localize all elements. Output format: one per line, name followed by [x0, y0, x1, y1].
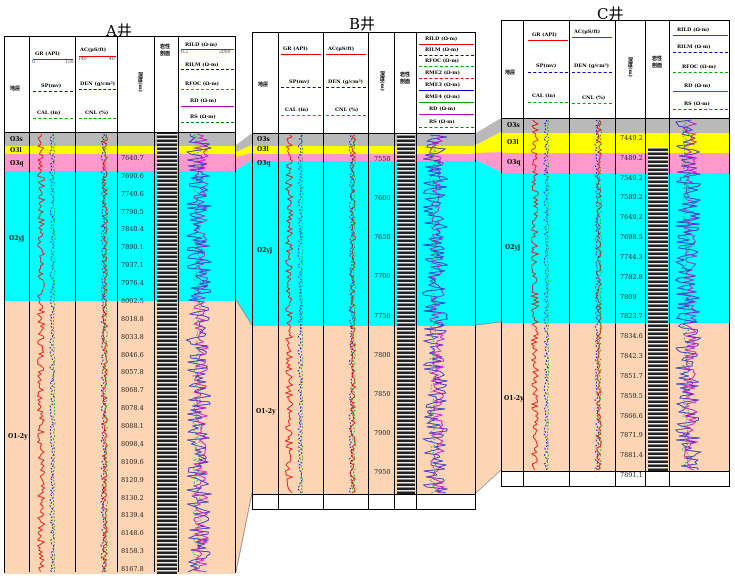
depth-label: 8088.1	[121, 422, 144, 431]
depth-label: 8002.5	[121, 296, 144, 305]
depth-label: 7489.2	[620, 153, 643, 162]
depth-label: 8139.4	[121, 511, 144, 520]
depth-label: 7891.1	[620, 471, 643, 479]
log-curve	[52, 133, 56, 573]
depth-label: 7900	[374, 428, 391, 437]
depth-label: 7589.2	[620, 193, 643, 202]
well-c-lithology	[648, 147, 668, 471]
well-b-panel: 地层 GR (API) SP(mv) CAL (in) AC(μS/ft) DE…	[252, 32, 476, 510]
log-curve	[543, 119, 549, 471]
depth-label: 7881.4	[620, 451, 643, 460]
well-a-lithology	[157, 133, 177, 574]
depth-label: 7823.7	[620, 312, 643, 321]
depth-label: 7866.6	[620, 411, 643, 420]
depth-label: 7859.5	[620, 391, 643, 400]
depth-label: 8109.6	[121, 457, 144, 466]
well-c-curves	[530, 119, 702, 471]
depth-label: 7690.6	[121, 171, 144, 180]
depth-label: 8148.6	[121, 529, 144, 538]
log-curve	[36, 133, 46, 573]
depth-label: 7871.9	[620, 431, 643, 440]
depth-label: 7650	[374, 233, 391, 242]
depth-label: 8130.2	[121, 493, 144, 502]
depth-label: 7782.8	[620, 272, 643, 281]
depth-label: 7744.3	[620, 252, 643, 261]
depth-label: 7851.7	[620, 371, 643, 380]
depth-label: 7750	[374, 311, 391, 320]
depth-label: 7809	[620, 292, 637, 301]
depth-label: 8158.3	[121, 547, 144, 556]
depth-label: 7790.5	[121, 207, 144, 216]
depth-label: 8018.8	[121, 314, 144, 323]
depth-label: 7640.7	[121, 154, 144, 162]
well-a-panel: 地层 GR (API) SP(mv) CAL (in) AC(μS/ft) DE…	[4, 36, 236, 574]
depth-label: 8057.8	[121, 368, 144, 377]
depth-label: 7600	[374, 194, 391, 203]
depth-label: 7698.5	[620, 233, 643, 242]
well-b-curves	[284, 134, 449, 494]
depth-label: 8033.8	[121, 332, 144, 341]
depth-label: 8068.7	[121, 386, 144, 395]
depth-label: 7890.1	[121, 243, 144, 252]
depth-label: 7842.3	[620, 352, 643, 361]
depth-label: 7840.4	[121, 225, 144, 234]
well-c-panel: 地层 GR (API) SP(mv) CAL (in) AC(μS/ft) DE…	[501, 20, 730, 487]
depth-label: 8167.8	[121, 565, 144, 573]
depth-label: 7550	[374, 155, 391, 163]
depth-label: 7834.6	[620, 332, 643, 341]
log-curve	[348, 134, 354, 494]
depth-label: 7850	[374, 389, 391, 398]
depth-label: 8098.4	[121, 439, 144, 448]
depth-label: 8078.4	[121, 404, 144, 413]
depth-label: 7950	[374, 468, 391, 476]
depth-label: 8046.6	[121, 350, 144, 359]
depth-label: 7449.2	[620, 134, 643, 142]
log-curve	[530, 119, 540, 471]
log-curve	[284, 134, 294, 494]
depth-label: 8120.9	[121, 475, 144, 484]
depth-label: 7937.1	[121, 261, 144, 270]
depth-label: 7700	[374, 272, 391, 281]
well-b-lithology	[397, 134, 415, 494]
log-curve	[185, 133, 213, 573]
depth-label: 7976.4	[121, 279, 144, 288]
depth-label: 7549.2	[620, 173, 643, 182]
log-curve	[300, 134, 304, 494]
depth-label: 7800	[374, 350, 391, 359]
depth-label: 7649.2	[620, 213, 643, 222]
depth-label: 7740.6	[121, 189, 144, 198]
